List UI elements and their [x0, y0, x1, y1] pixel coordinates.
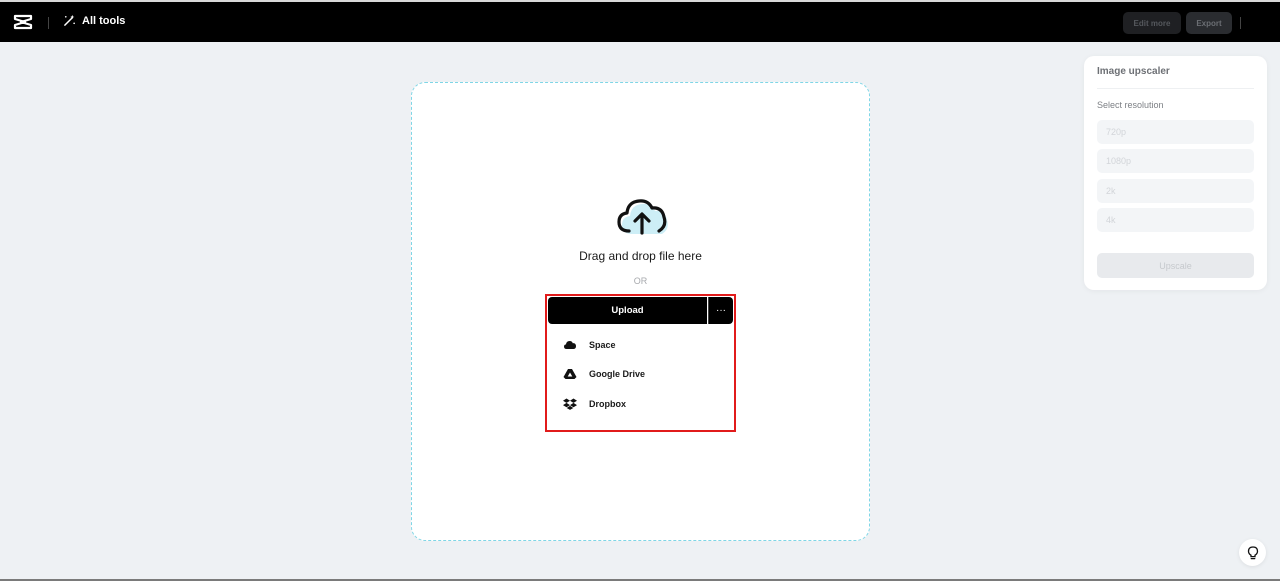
more-options-button[interactable]: ···: [708, 297, 733, 324]
upload-source-menu: Space Google Drive Dropbox: [548, 330, 733, 419]
all-tools-button[interactable]: All tools: [63, 14, 125, 27]
image-upscaler-panel: Image upscaler Select resolution 720p 10…: [1084, 56, 1267, 290]
top-bar: All tools Edit more Export: [0, 0, 1280, 42]
menu-item-label: Dropbox: [589, 398, 626, 409]
divider: [1240, 17, 1241, 29]
capcut-logo-icon[interactable]: [13, 12, 33, 32]
export-button[interactable]: Export: [1186, 12, 1232, 34]
edit-more-button[interactable]: Edit more: [1123, 12, 1181, 34]
google-drive-icon: [563, 369, 577, 380]
resolution-option-2k[interactable]: 2k: [1097, 179, 1254, 203]
or-separator: OR: [633, 276, 648, 286]
resolution-option-4k[interactable]: 4k: [1097, 208, 1254, 232]
help-button[interactable]: [1239, 539, 1266, 566]
resolution-option-1080p[interactable]: 1080p: [1097, 149, 1254, 173]
divider: [1097, 88, 1254, 89]
dropbox-icon: [563, 398, 577, 410]
magic-wand-icon: [64, 14, 75, 26]
divider: [48, 17, 49, 29]
menu-item-google-drive[interactable]: Google Drive: [548, 360, 733, 390]
upscale-button[interactable]: Upscale: [1097, 253, 1254, 278]
lightbulb-icon: [1247, 545, 1258, 559]
cloud-icon: [564, 340, 577, 349]
menu-item-label: Space: [589, 339, 616, 350]
menu-item-space[interactable]: Space: [548, 330, 733, 360]
menu-item-label: Google Drive: [589, 369, 646, 380]
cloud-upload-icon: [617, 199, 668, 235]
menu-item-dropbox[interactable]: Dropbox: [548, 389, 733, 419]
resolution-option-720p[interactable]: 720p: [1097, 120, 1254, 144]
upload-button[interactable]: Upload: [548, 297, 707, 324]
drag-drop-text: Drag and drop file here: [579, 249, 702, 263]
select-resolution-label: Select resolution: [1097, 100, 1164, 110]
all-tools-label: All tools: [82, 14, 126, 27]
panel-title: Image upscaler: [1097, 66, 1170, 77]
